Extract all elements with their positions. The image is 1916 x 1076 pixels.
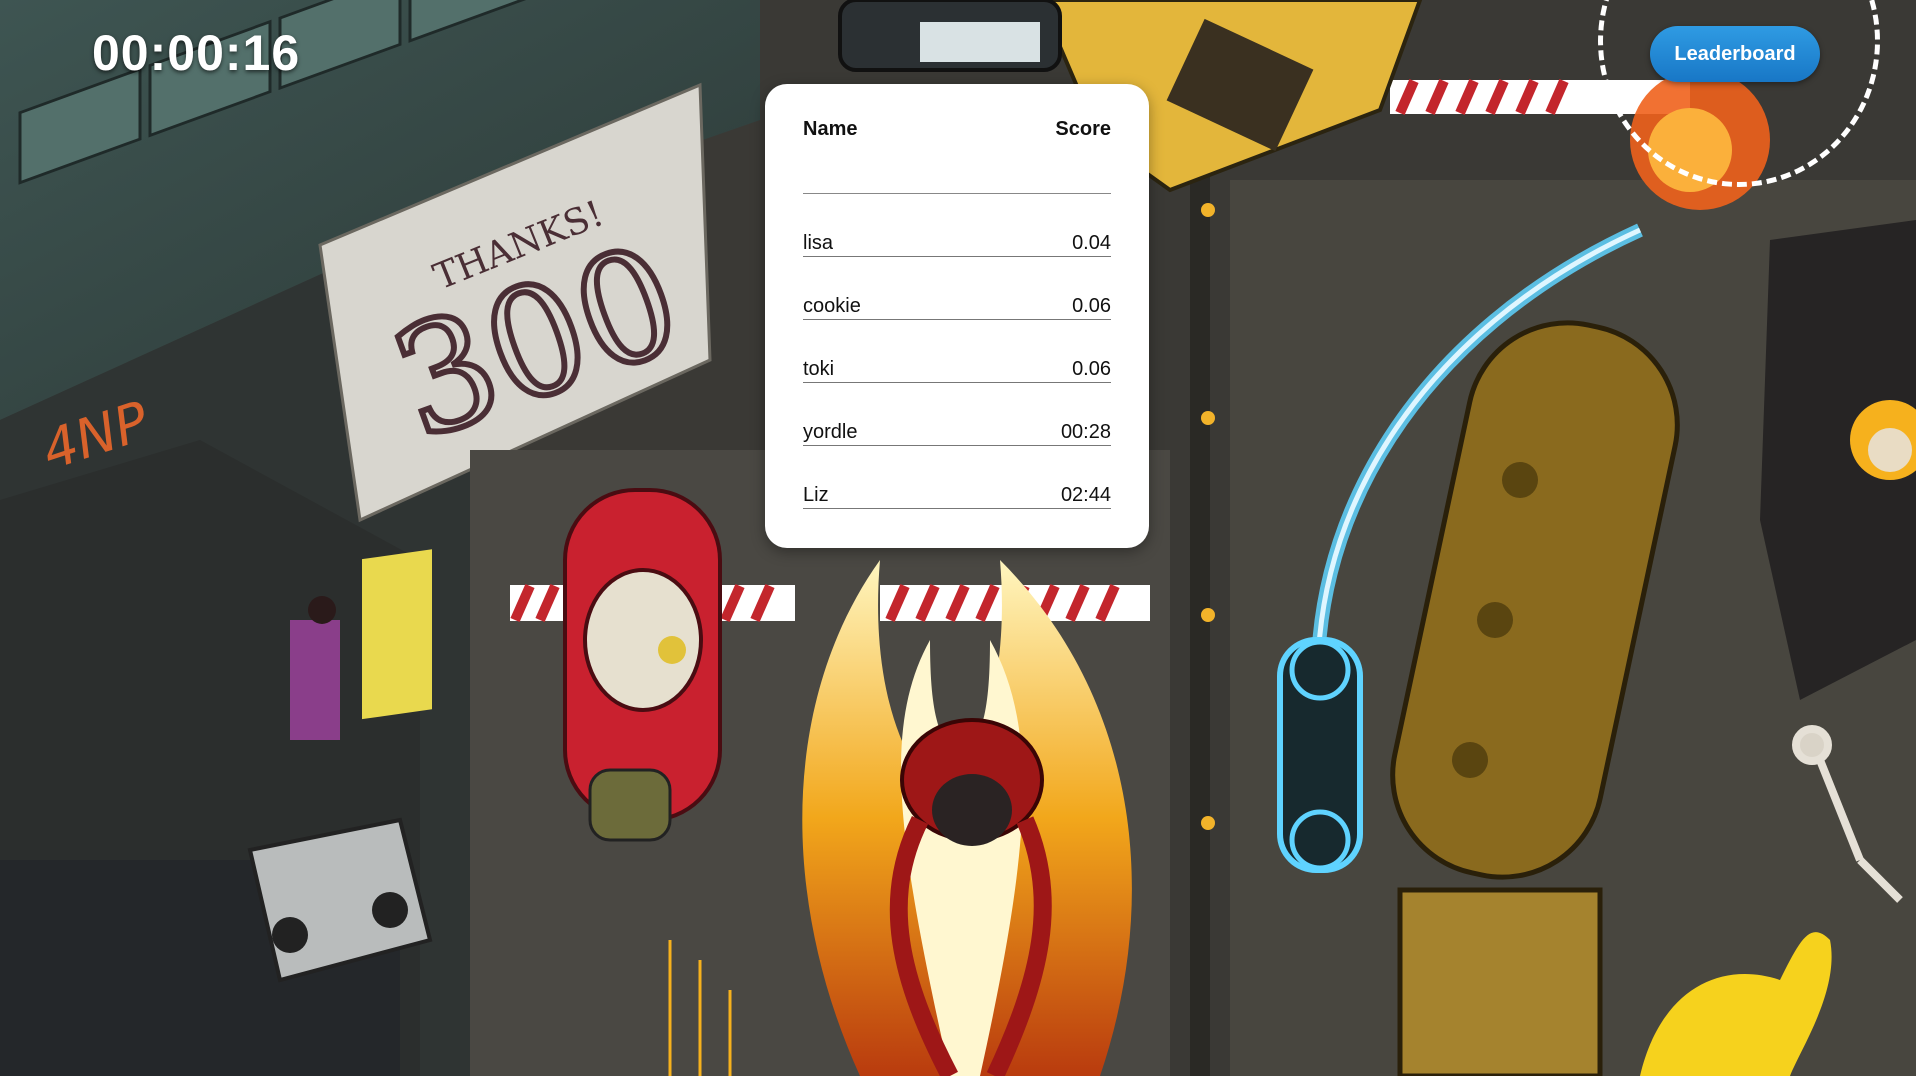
light-cycle — [1277, 637, 1363, 873]
score-column-header: Score — [1055, 118, 1111, 140]
player-name: toki — [803, 358, 835, 380]
player-score: 02:44 — [1060, 484, 1111, 506]
player-name: cookie — [803, 295, 861, 317]
leaderboard-row: cookie 0.06 — [803, 257, 1111, 320]
player-score: 0.04 — [1072, 232, 1111, 254]
leaderboard-panel: Name Score lisa 0.04 cookie 0.06 toki 0.… — [765, 84, 1149, 548]
leaderboard-row: yordle 00:28 — [803, 383, 1111, 446]
leaderboard-header: Name Score — [803, 114, 1111, 194]
player-name: yordle — [803, 421, 858, 443]
player-score: 0.06 — [1072, 358, 1111, 380]
game-timer: 00:00:16 — [92, 25, 301, 81]
name-column-header: Name — [803, 118, 858, 140]
player-score: 00:28 — [1060, 421, 1111, 443]
red-car — [563, 488, 722, 842]
leaderboard-row: toki 0.06 — [803, 320, 1111, 383]
leaderboard-row: lisa 0.04 — [803, 194, 1111, 257]
player-name: lisa — [803, 232, 834, 254]
player-name: Liz — [803, 484, 829, 506]
player-score: 0.06 — [1072, 295, 1111, 317]
leaderboard-row: Liz 02:44 — [803, 446, 1111, 509]
leaderboard-button[interactable]: Leaderboard — [1650, 26, 1820, 82]
